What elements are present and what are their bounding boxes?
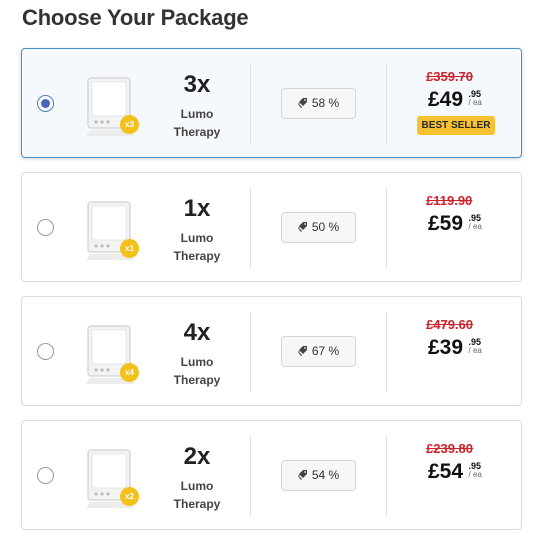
product-name: Lumo Therapy xyxy=(173,355,221,387)
product-name: Lumo Therapy xyxy=(173,231,221,263)
price-unit: / ea xyxy=(468,222,482,231)
tag-icon xyxy=(297,98,307,108)
product-name: Lumo Therapy xyxy=(173,107,221,139)
price: £54 .95 / ea xyxy=(428,458,482,488)
product-name: Lumo Therapy xyxy=(173,479,221,511)
divider xyxy=(386,188,387,268)
package-quantity: 3x xyxy=(183,71,211,98)
original-price: £119.90 xyxy=(426,193,473,208)
radio-button-icon[interactable] xyxy=(37,467,54,484)
original-price: £359.70 xyxy=(426,69,473,84)
radio-button-icon[interactable] xyxy=(37,343,54,360)
price: £59 .95 / ea xyxy=(428,210,482,240)
page-title: Choose Your Package xyxy=(22,5,249,30)
price-main: £49 xyxy=(428,88,464,111)
original-price: £479.60 xyxy=(426,317,473,332)
divider xyxy=(386,312,387,392)
quantity-badge: x1 xyxy=(120,239,139,258)
divider xyxy=(250,312,251,392)
package-option-2x[interactable]: x2 2x Lumo Therapy 54 % £239.80 £54 .95 … xyxy=(21,420,522,530)
price-unit: / ea xyxy=(468,346,482,355)
discount-badge: 54 % xyxy=(281,460,356,491)
package-option-1x[interactable]: x1 1x Lumo Therapy 50 % £119.90 £59 .95 … xyxy=(21,172,522,282)
divider xyxy=(386,436,387,516)
tag-icon xyxy=(297,470,307,480)
quantity-badge: x2 xyxy=(120,487,139,506)
price-unit: / ea xyxy=(468,470,482,479)
package-option-4x[interactable]: x4 4x Lumo Therapy 67 % £479.60 £39 .95 … xyxy=(21,296,522,406)
quantity-badge: x4 xyxy=(120,363,139,382)
radio-selected-dot xyxy=(41,99,50,108)
discount-badge: 67 % xyxy=(281,336,356,367)
price: £39 .95 / ea xyxy=(428,334,482,364)
discount-badge: 50 % xyxy=(281,212,356,243)
radio-button-icon[interactable] xyxy=(37,219,54,236)
tag-icon xyxy=(297,222,307,232)
package-quantity: 1x xyxy=(183,195,211,222)
best-seller-badge: BEST SELLER xyxy=(417,116,495,135)
discount-badge: 58 % xyxy=(281,88,356,119)
quantity-badge: x3 xyxy=(120,115,139,134)
price-main: £39 xyxy=(428,336,464,359)
price-main: £54 xyxy=(428,460,464,483)
divider xyxy=(386,64,387,144)
divider xyxy=(250,436,251,516)
divider xyxy=(250,188,251,268)
original-price: £239.80 xyxy=(426,441,473,456)
price-main: £59 xyxy=(428,212,464,235)
divider xyxy=(250,64,251,144)
package-quantity: 4x xyxy=(183,319,211,346)
package-quantity: 2x xyxy=(183,443,211,470)
price-unit: / ea xyxy=(468,98,482,107)
price: £49 .95 / ea xyxy=(428,86,482,116)
tag-icon xyxy=(297,346,307,356)
radio-button-icon[interactable] xyxy=(37,95,54,112)
package-option-3x[interactable]: x3 3x Lumo Therapy 58 % £359.70 £49 .95 … xyxy=(21,48,522,158)
